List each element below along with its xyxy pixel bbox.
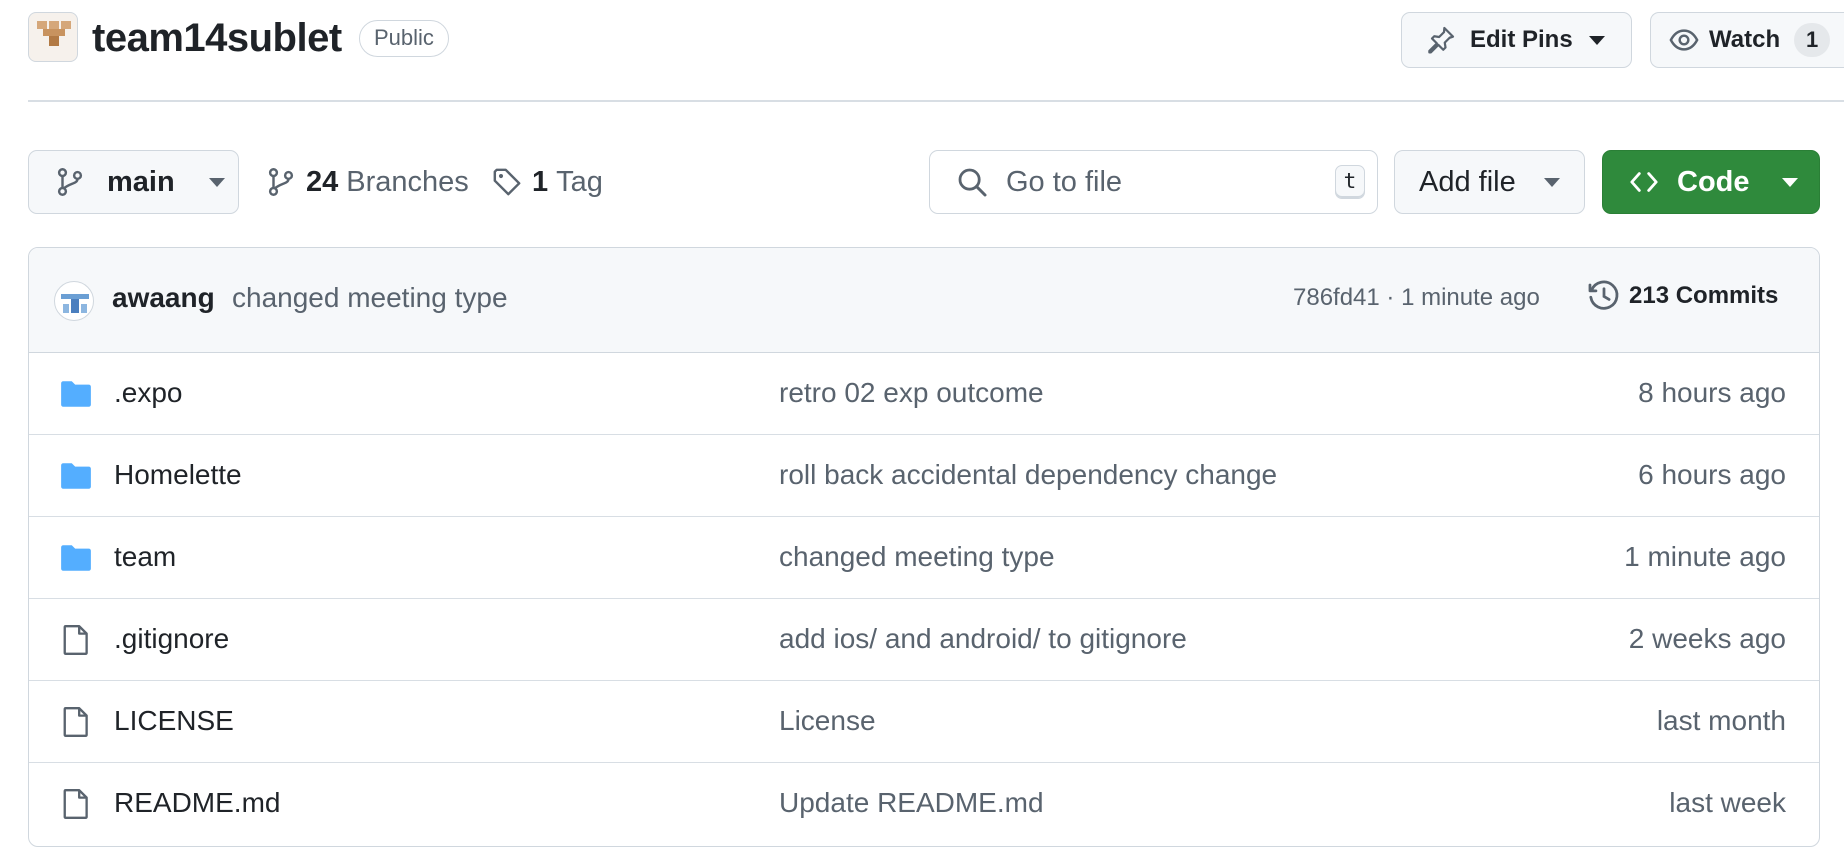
search-icon — [958, 168, 987, 197]
commit-message[interactable]: changed meeting type — [232, 282, 508, 314]
commit-author[interactable]: awaang — [112, 282, 215, 314]
branches-link[interactable]: 24 Branches — [266, 150, 469, 214]
eye-icon — [1669, 29, 1699, 51]
tags-label: Tag — [556, 165, 603, 198]
chevron-down-icon — [208, 177, 225, 187]
file-listing: awaang changed meeting type 786fd41 · 1 … — [28, 247, 1820, 847]
repo-header: team14sublet Public Edit Pins Watch 1 — [28, 12, 1844, 68]
chevron-down-icon — [1543, 177, 1560, 187]
edit-pins-label: Edit Pins — [1470, 26, 1573, 53]
file-commit-message-link[interactable]: License — [779, 705, 876, 737]
folder-icon — [59, 541, 93, 575]
repo-logo-icon[interactable] — [28, 12, 78, 62]
code-icon — [1630, 172, 1658, 192]
file-commit-message-link[interactable]: changed meeting type — [779, 541, 1055, 573]
search-input[interactable] — [1006, 165, 1306, 199]
visibility-badge: Public — [359, 20, 449, 57]
branches-count: 24 — [306, 165, 339, 198]
file-updated-time: 8 hours ago — [1638, 377, 1786, 408]
table-row[interactable]: LICENSE License last month — [29, 681, 1819, 763]
pin-icon — [1428, 26, 1455, 54]
watch-count: 1 — [1794, 23, 1831, 57]
file-icon — [59, 787, 93, 821]
repo-title[interactable]: team14sublet — [92, 14, 342, 62]
file-commit-message-link[interactable]: roll back accidental dependency change — [779, 459, 1277, 491]
table-row[interactable]: .gitignore add ios/ and android/ to gitig… — [29, 599, 1819, 681]
file-updated-time: 1 minute ago — [1624, 541, 1786, 572]
history-icon — [1588, 280, 1619, 310]
tags-link[interactable]: 1 Tag — [492, 150, 603, 214]
branch-name: main — [107, 165, 175, 198]
watch-button[interactable]: Watch 1 — [1650, 12, 1844, 68]
file-updated-time: last week — [1669, 787, 1786, 818]
file-name-link[interactable]: LICENSE — [114, 705, 234, 737]
watch-label: Watch — [1709, 26, 1781, 53]
table-row[interactable]: Homelette roll back accidental dependency… — [29, 435, 1819, 517]
file-updated-time: 6 hours ago — [1638, 459, 1786, 490]
file-commit-message-link[interactable]: add ios/ and android/ to gitignore — [779, 623, 1187, 655]
edit-pins-button[interactable]: Edit Pins — [1401, 12, 1632, 68]
file-commit-message-link[interactable]: retro 02 exp outcome — [779, 377, 1044, 409]
chevron-down-icon — [1781, 177, 1798, 187]
file-updated-time: 2 weeks ago — [1628, 623, 1786, 654]
file-name-link[interactable]: .gitignore — [114, 623, 229, 655]
git-branch-icon — [57, 168, 83, 196]
avatar[interactable] — [54, 281, 94, 321]
keyboard-shortcut-hint: t — [1335, 165, 1365, 199]
file-name-link[interactable]: team — [114, 541, 176, 573]
file-icon — [59, 623, 93, 657]
file-rows: .expo retro 02 exp outcome 8 hours ago Home… — [29, 353, 1819, 845]
header-divider — [28, 100, 1844, 102]
file-name-link[interactable]: README.md — [114, 787, 280, 819]
tags-count: 1 — [532, 165, 549, 198]
branch-selector-button[interactable]: main — [28, 150, 239, 214]
code-label: Code — [1677, 165, 1750, 198]
go-to-file-search[interactable]: t — [929, 150, 1378, 214]
file-name-link[interactable]: Homelette — [114, 459, 242, 491]
branches-label: Branches — [346, 165, 469, 198]
table-row[interactable]: .expo retro 02 exp outcome 8 hours ago — [29, 353, 1819, 435]
add-file-label: Add file — [1419, 165, 1516, 198]
folder-icon — [59, 459, 93, 493]
commits-history-link[interactable]: 213 Commits — [1587, 279, 1778, 313]
table-row[interactable]: README.md Update README.md last week — [29, 763, 1819, 845]
table-row[interactable]: team changed meeting type 1 minute ago — [29, 517, 1819, 599]
commit-hash-time[interactable]: 786fd41 · 1 minute ago — [1293, 284, 1540, 312]
folder-icon — [59, 377, 93, 411]
tag-icon — [493, 168, 521, 196]
git-branch-icon — [268, 168, 294, 196]
commits-count-label: 213 Commits — [1629, 282, 1779, 309]
file-icon — [59, 705, 93, 739]
add-file-button[interactable]: Add file — [1394, 150, 1585, 214]
file-name-link[interactable]: .expo — [114, 377, 183, 409]
code-button[interactable]: Code — [1602, 150, 1820, 214]
latest-commit-bar: awaang changed meeting type 786fd41 · 1 … — [29, 248, 1819, 353]
file-commit-message-link[interactable]: Update README.md — [779, 787, 1044, 819]
chevron-down-icon — [1588, 35, 1605, 45]
file-updated-time: last month — [1656, 705, 1786, 736]
